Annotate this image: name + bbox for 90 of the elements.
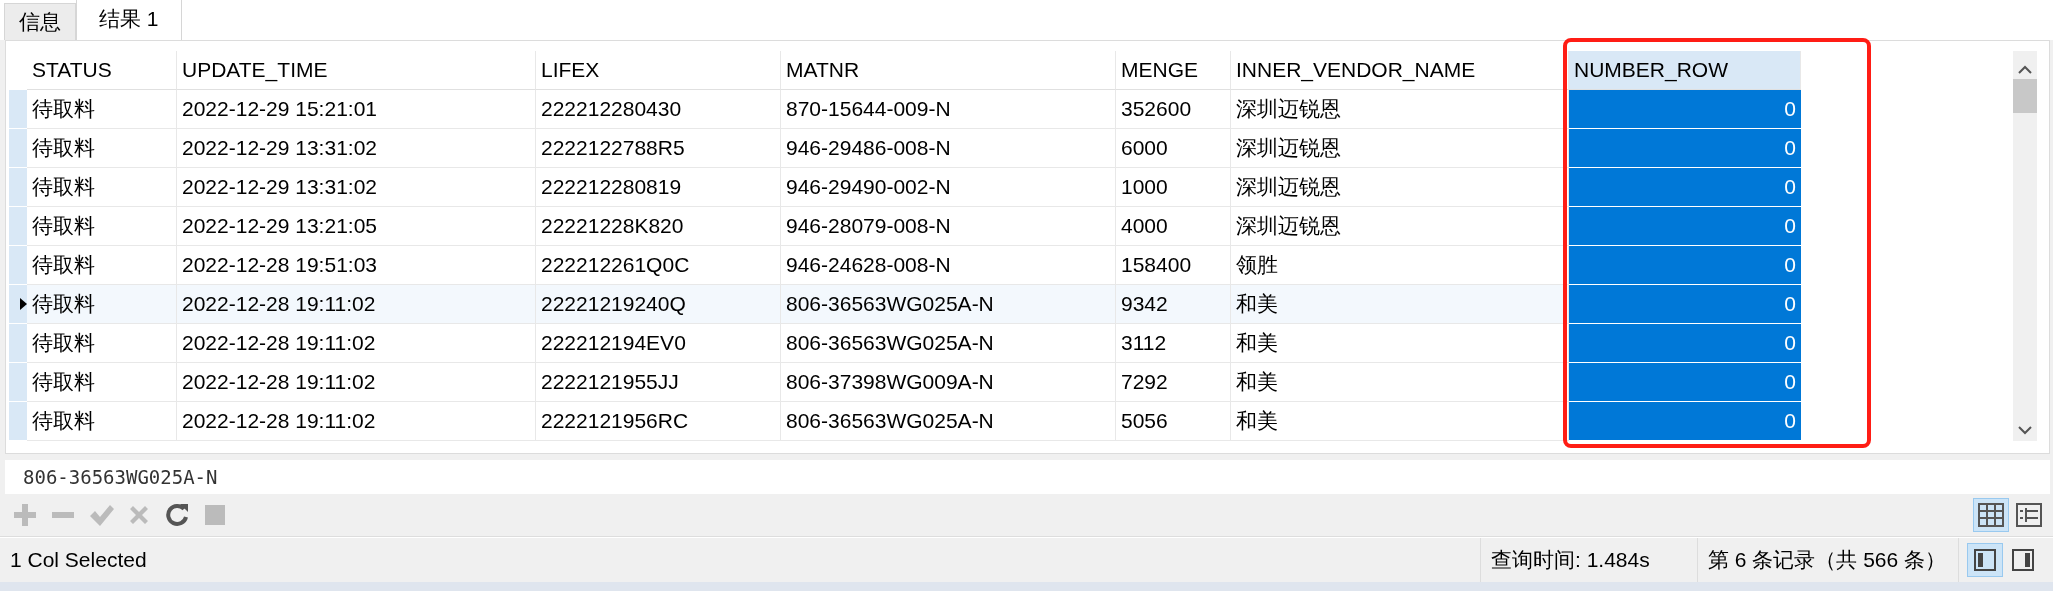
plus-icon	[11, 501, 39, 529]
table-cell: 0	[1569, 168, 1801, 207]
row-marker[interactable]	[9, 168, 27, 207]
table-cell: 0	[1569, 90, 1801, 129]
table-cell: 0	[1569, 363, 1801, 402]
table-cell: 和美	[1231, 285, 1569, 324]
column-header[interactable]: NUMBER_ROW	[1569, 51, 1801, 90]
table-cell: 待取料	[27, 285, 177, 324]
table-cell: 352600	[1116, 90, 1231, 129]
table-cell: 946-29490-002-N	[781, 168, 1116, 207]
table-cell: 222212280430	[536, 90, 781, 129]
table-cell: 0	[1569, 207, 1801, 246]
table-cell: 深圳迈锐恩	[1231, 129, 1569, 168]
table-cell: 870-15644-009-N	[781, 90, 1116, 129]
column-header[interactable]: INNER_VENDOR_NAME	[1231, 51, 1569, 90]
table-cell: 6000	[1116, 129, 1231, 168]
table-cell: 2022-12-28 19:11:02	[177, 324, 536, 363]
row-marker[interactable]	[9, 402, 27, 441]
table-cell: 和美	[1231, 363, 1569, 402]
row-marker[interactable]	[9, 285, 27, 324]
table-cell: 待取料	[27, 402, 177, 441]
vertical-scrollbar[interactable]	[2013, 51, 2037, 441]
column-header[interactable]: STATUS	[27, 51, 177, 90]
scrollbar-thumb[interactable]	[2013, 79, 2037, 113]
table-cell: 2022-12-28 19:11:02	[177, 402, 536, 441]
cell-value-field[interactable]: 806-36563WG025A-N	[5, 460, 2050, 494]
table-cell: 2022-12-28 19:11:02	[177, 285, 536, 324]
table-cell: 和美	[1231, 402, 1569, 441]
column-header[interactable]: LIFEX	[536, 51, 781, 90]
table-cell: 2222121956RC	[536, 402, 781, 441]
table-cell: 1000	[1116, 168, 1231, 207]
left-panel-icon	[1974, 549, 1996, 571]
table-cell: 0	[1569, 129, 1801, 168]
table-cell: 2222122788R5	[536, 129, 781, 168]
table-cell: 946-29486-008-N	[781, 129, 1116, 168]
table-cell: 806-36563WG025A-N	[781, 324, 1116, 363]
column-header[interactable]: UPDATE_TIME	[177, 51, 536, 90]
table-cell: 深圳迈锐恩	[1231, 207, 1569, 246]
row-marker[interactable]	[9, 90, 27, 129]
table-cell: 待取料	[27, 363, 177, 402]
form-view-icon	[2016, 503, 2042, 527]
table-cell: 深圳迈锐恩	[1231, 168, 1569, 207]
layout-toggle-button[interactable]	[1967, 543, 2003, 577]
tab[interactable]: 信息	[4, 3, 76, 40]
table-cell: 0	[1569, 246, 1801, 285]
table-cell: 2022-12-29 15:21:01	[177, 90, 536, 129]
scroll-up-icon[interactable]	[2018, 65, 2032, 75]
table-cell: 222212194EV0	[536, 324, 781, 363]
row-marker[interactable]	[9, 324, 27, 363]
column-header[interactable]: MATNR	[781, 51, 1116, 90]
right-panel-icon	[2012, 549, 2034, 571]
grid-view-icon	[1978, 503, 2004, 527]
table-cell: 806-36563WG025A-N	[781, 402, 1116, 441]
table-cell: 待取料	[27, 129, 177, 168]
scroll-down-icon[interactable]	[2018, 425, 2032, 435]
column-header[interactable]: MENGE	[1116, 51, 1231, 90]
table-cell: 深圳迈锐恩	[1231, 90, 1569, 129]
table-cell: 806-37398WG009A-N	[781, 363, 1116, 402]
tab[interactable]: 结果 1	[76, 0, 182, 40]
table-cell: 和美	[1231, 324, 1569, 363]
table-cell: 2022-12-29 13:31:02	[177, 168, 536, 207]
table-cell: 待取料	[27, 207, 177, 246]
minus-icon	[49, 512, 77, 518]
row-marker[interactable]	[9, 129, 27, 168]
row-marker[interactable]	[9, 363, 27, 402]
table-cell: 待取料	[27, 168, 177, 207]
table-cell: 4000	[1116, 207, 1231, 246]
table-cell: 946-28079-008-N	[781, 207, 1116, 246]
table-cell: 2222121955JJ	[536, 363, 781, 402]
table-cell: 222212280819	[536, 168, 781, 207]
table-cell: 22221219240Q	[536, 285, 781, 324]
table-cell: 0	[1569, 402, 1801, 441]
table-cell: 2022-12-28 19:11:02	[177, 363, 536, 402]
table-cell: 2022-12-29 13:21:05	[177, 207, 536, 246]
table-cell: 0	[1569, 285, 1801, 324]
table-cell: 待取料	[27, 324, 177, 363]
row-marker[interactable]	[9, 246, 27, 285]
table-cell: 7292	[1116, 363, 1231, 402]
table-cell: 2022-12-29 13:31:02	[177, 129, 536, 168]
table-cell: 9342	[1116, 285, 1231, 324]
table-cell: 0	[1569, 324, 1801, 363]
selection-status: 1 Col Selected	[9, 548, 148, 572]
table-cell: 22221228K820	[536, 207, 781, 246]
table-cell: 3112	[1116, 324, 1231, 363]
table-cell: 5056	[1116, 402, 1231, 441]
refresh-icon	[163, 501, 191, 529]
table-cell: 806-36563WG025A-N	[781, 285, 1116, 324]
table-cell: 待取料	[27, 90, 177, 129]
view-toggle-button[interactable]	[1973, 498, 2009, 532]
row-marker[interactable]	[9, 207, 27, 246]
